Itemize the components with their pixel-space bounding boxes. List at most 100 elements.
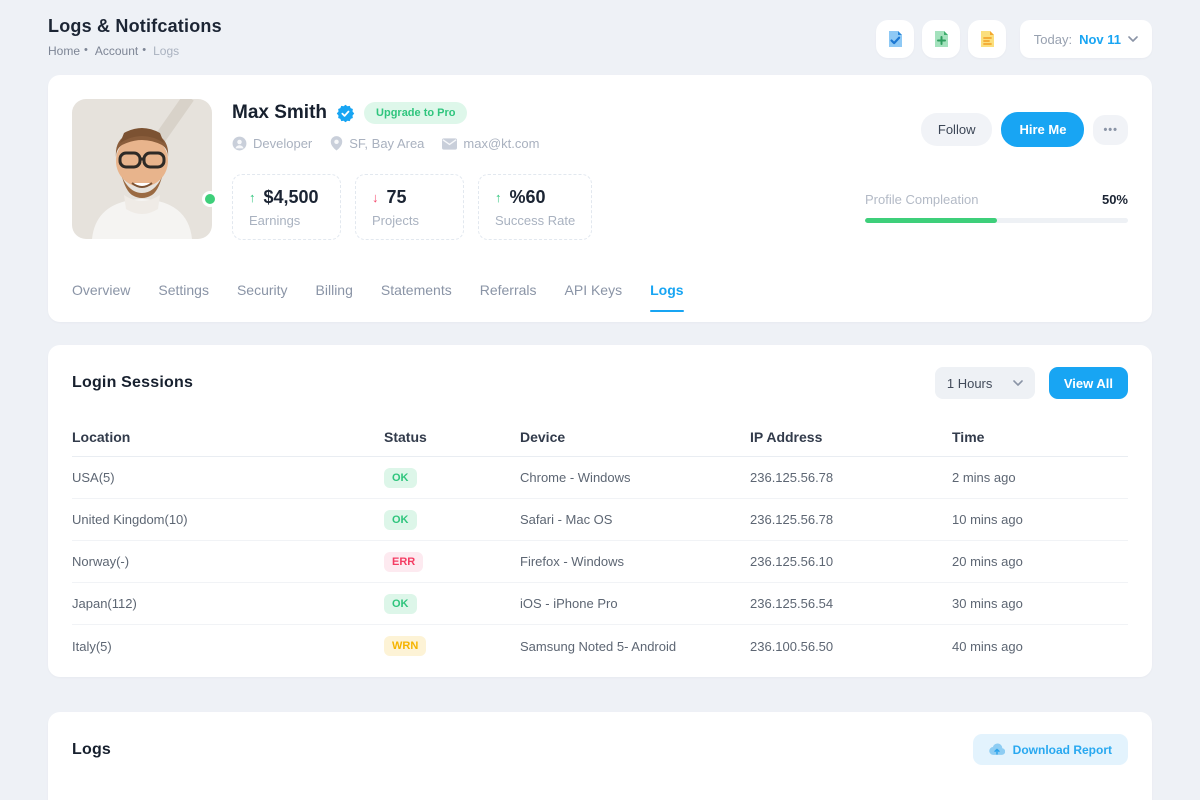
stat-value: %60	[510, 187, 546, 208]
date-picker[interactable]: Today: Nov 11	[1020, 20, 1152, 58]
logs-card: Logs Download Report 500 ERRPOST /v1/inv…	[48, 712, 1152, 800]
profile-actions: Follow Hire Me •••	[921, 112, 1128, 147]
session-row: Norway(-)ERRFirefox - Windows236.125.56.…	[72, 541, 1128, 583]
file-add-icon	[931, 29, 951, 49]
progress-label: Profile Compleation	[865, 192, 978, 207]
location-item: SF, Bay Area	[330, 136, 424, 151]
logs-title: Logs	[72, 741, 111, 759]
tab-security[interactable]: Security	[237, 282, 288, 308]
more-options-button[interactable]: •••	[1093, 115, 1128, 145]
topbar-actions: Today: Nov 11	[876, 20, 1152, 58]
progress-fill	[865, 218, 997, 223]
session-location: Norway(-)	[72, 554, 384, 569]
status-badge: OK	[384, 468, 417, 488]
trend-down-icon: ↓	[372, 190, 379, 205]
profile-meta: Developer SF, Bay Area max@kt.com	[232, 136, 539, 151]
upgrade-to-pro-badge[interactable]: Upgrade to Pro	[364, 102, 467, 124]
stat-label: Success Rate	[495, 213, 575, 228]
user-icon	[232, 136, 247, 151]
tab-statements[interactable]: Statements	[381, 282, 452, 308]
file-check-button[interactable]	[876, 20, 914, 58]
profile-card: Max Smith Upgrade to Pro Developer	[48, 75, 1152, 322]
view-all-button[interactable]: View All	[1049, 367, 1128, 399]
page: Logs & Notifcations Home•Account•Logs	[0, 0, 1200, 800]
chevron-down-icon	[1013, 380, 1023, 386]
tab-overview[interactable]: Overview	[72, 282, 130, 308]
login-sessions-card: Login Sessions 1 Hours View All Location…	[48, 345, 1152, 677]
mail-icon	[442, 138, 457, 150]
email-text: max@kt.com	[463, 136, 539, 151]
follow-button[interactable]: Follow	[921, 113, 993, 146]
session-ip: 236.125.56.54	[750, 596, 952, 611]
status-badge: OK	[384, 594, 417, 614]
file-report-button[interactable]	[968, 20, 1006, 58]
tab-settings[interactable]: Settings	[158, 282, 209, 308]
tab-logs[interactable]: Logs	[650, 282, 683, 308]
hours-filter-value: 1 Hours	[947, 376, 993, 391]
profile-tabs: Overview Settings Security Billing Statement…	[72, 282, 684, 308]
session-status-cell: OK	[384, 594, 520, 614]
file-add-button[interactable]	[922, 20, 960, 58]
session-location: United Kingdom(10)	[72, 512, 384, 527]
file-report-icon	[977, 29, 997, 49]
session-device: iOS - iPhone Pro	[520, 596, 750, 611]
session-status-cell: ERR	[384, 552, 520, 572]
verified-badge-icon	[336, 104, 355, 123]
session-device: Chrome - Windows	[520, 470, 750, 485]
stat-label: Projects	[372, 213, 447, 228]
date-label: Today:	[1034, 32, 1072, 47]
session-ip: 236.125.56.10	[750, 554, 952, 569]
session-time: 30 mins ago	[952, 596, 1128, 611]
status-badge: WRN	[384, 636, 426, 656]
session-row: United Kingdom(10)OKSafari - Mac OS236.1…	[72, 499, 1128, 541]
column-header: Location	[72, 429, 384, 445]
sessions-title: Login Sessions	[72, 374, 193, 392]
column-header: Time	[952, 429, 1128, 445]
tab-api-keys[interactable]: API Keys	[565, 282, 623, 308]
location-text: SF, Bay Area	[349, 136, 424, 151]
chevron-down-icon	[1128, 36, 1138, 42]
download-report-label: Download Report	[1013, 743, 1112, 757]
trend-up-icon: ↑	[249, 190, 256, 205]
stat-value: 75	[387, 187, 407, 208]
session-time: 2 mins ago	[952, 470, 1128, 485]
sessions-table: LocationStatusDeviceIP AddressTime USA(5…	[48, 417, 1152, 667]
breadcrumb-item[interactable]: Account	[95, 44, 138, 58]
session-status-cell: OK	[384, 468, 520, 488]
profile-stats: ↑$4,500Earnings↓75Projects↑%60Success Ra…	[232, 174, 592, 240]
stat-value: $4,500	[264, 187, 319, 208]
session-status-cell: OK	[384, 510, 520, 530]
session-location: USA(5)	[72, 470, 384, 485]
online-status-dot	[202, 191, 218, 207]
tab-referrals[interactable]: Referrals	[480, 282, 537, 308]
breadcrumb-item[interactable]: Home	[48, 44, 80, 58]
session-row: Japan(112)OKiOS - iPhone Pro236.125.56.5…	[72, 583, 1128, 625]
breadcrumb: Home•Account•Logs	[48, 44, 222, 58]
profile-completion: Profile Compleation 50%	[865, 192, 1128, 223]
sessions-controls: 1 Hours View All	[935, 367, 1128, 399]
progress-track	[865, 218, 1128, 223]
session-ip: 236.125.56.78	[750, 470, 952, 485]
download-report-button[interactable]: Download Report	[973, 734, 1128, 765]
map-pin-icon	[330, 136, 343, 151]
session-status-cell: WRN	[384, 636, 520, 656]
sessions-head: Login Sessions 1 Hours View All	[48, 345, 1152, 417]
download-cloud-icon	[989, 743, 1005, 756]
sessions-table-header: LocationStatusDeviceIP AddressTime	[72, 417, 1128, 457]
stat-box: ↓ 75 Projects	[355, 174, 464, 240]
status-badge: OK	[384, 510, 417, 530]
hire-me-button[interactable]: Hire Me	[1001, 112, 1084, 147]
stat-box: ↑%60Success Rate	[478, 174, 592, 240]
breadcrumb-item[interactable]: Logs	[153, 44, 179, 58]
stat-box: ↑$4,500Earnings	[232, 174, 341, 240]
status-badge: ERR	[384, 552, 423, 572]
topbar: Logs & Notifcations Home•Account•Logs	[0, 0, 1200, 75]
sessions-table-body: USA(5)OKChrome - Windows236.125.56.782 m…	[72, 457, 1128, 667]
name-row: Max Smith Upgrade to Pro	[232, 102, 539, 124]
page-title: Logs & Notifcations	[48, 16, 222, 37]
session-ip: 236.125.56.78	[750, 512, 952, 527]
role-text: Developer	[253, 136, 312, 151]
file-check-icon	[885, 29, 905, 49]
hours-filter-select[interactable]: 1 Hours	[935, 367, 1035, 399]
tab-billing[interactable]: Billing	[316, 282, 353, 308]
